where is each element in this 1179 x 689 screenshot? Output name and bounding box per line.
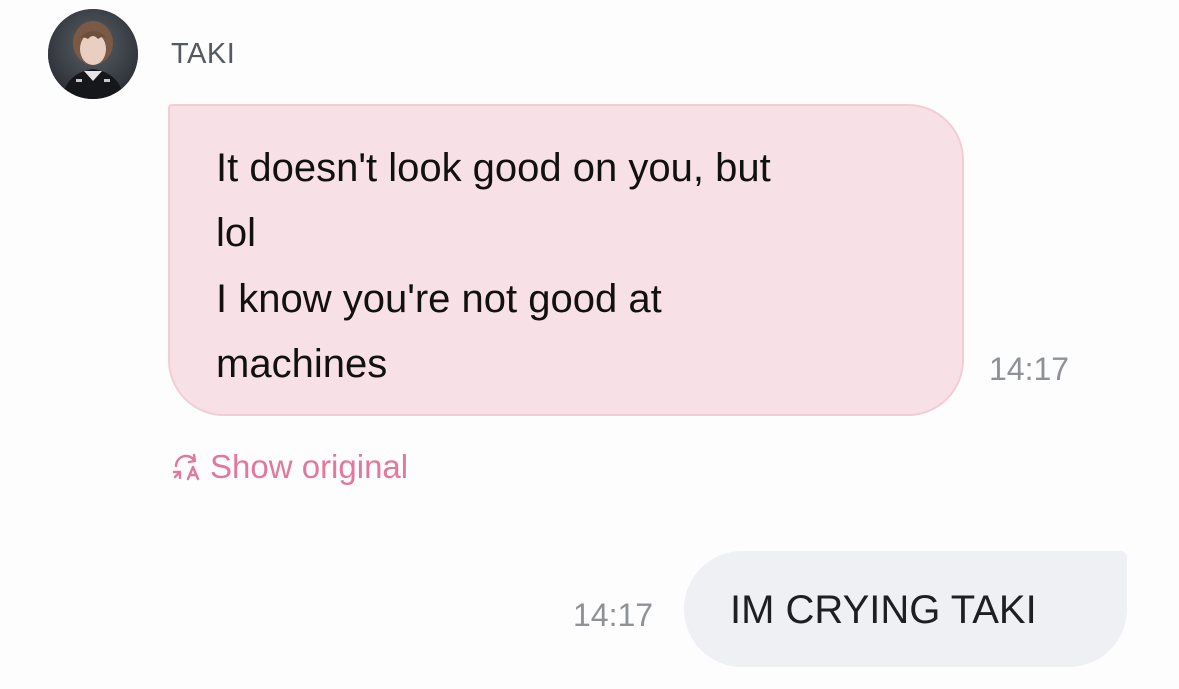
message-line: lol — [216, 211, 257, 255]
sender-avatar[interactable] — [48, 9, 138, 99]
chat-view: TAKI It doesn't look good on you, but lo… — [0, 0, 1179, 689]
show-original-link[interactable]: Show original — [170, 448, 408, 486]
profile-photo-icon — [48, 9, 138, 99]
message-line: machines — [216, 342, 388, 386]
outgoing-message-text: IM CRYING TAKI — [730, 588, 1037, 632]
incoming-timestamp: 14:17 — [989, 351, 1070, 387]
message-line: I know you're not good at — [216, 277, 662, 321]
incoming-message-bubble[interactable]: It doesn't look good on you, but lol I k… — [168, 104, 964, 416]
show-original-label: Show original — [210, 448, 409, 485]
outgoing-timestamp: 14:17 — [573, 597, 654, 633]
translate-refresh-icon — [172, 453, 200, 481]
sender-name: TAKI — [171, 38, 236, 70]
outgoing-message-bubble[interactable]: IM CRYING TAKI — [684, 551, 1127, 667]
message-line: It doesn't look good on you, but — [216, 146, 771, 190]
